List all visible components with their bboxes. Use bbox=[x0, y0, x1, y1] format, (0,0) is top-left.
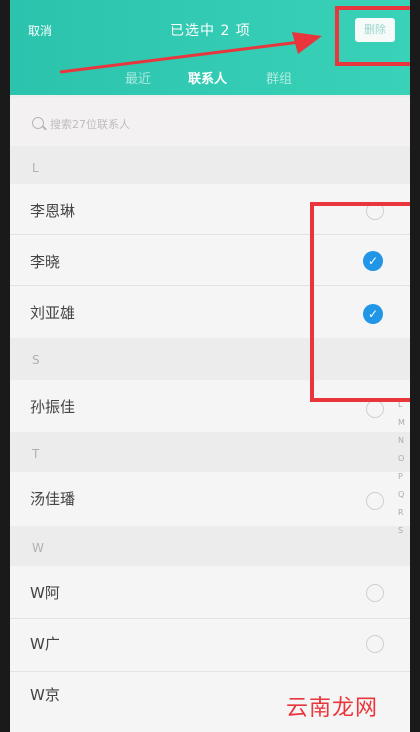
section-header: L bbox=[10, 146, 410, 184]
search-input[interactable]: 搜索27位联系人 bbox=[50, 116, 130, 132]
annotation-arrow bbox=[60, 32, 322, 74]
search-icon bbox=[32, 117, 44, 129]
phone-screen: 取消 已选中 2 项 删除 最近 联系人 群组 搜索27位联系人 L 李恩琳 李… bbox=[10, 0, 410, 732]
contact-row[interactable]: 汤佳璠 bbox=[10, 472, 410, 526]
checkbox-highlight-box bbox=[310, 202, 410, 402]
contact-name: W阿 bbox=[30, 584, 60, 602]
cancel-button[interactable]: 取消 bbox=[28, 22, 52, 39]
unchecked-circle-icon[interactable] bbox=[366, 584, 384, 602]
index-letter[interactable]: S bbox=[398, 526, 403, 535]
unchecked-circle-icon[interactable] bbox=[366, 635, 384, 653]
index-letter[interactable]: P bbox=[398, 472, 403, 481]
contact-name: 李恩琳 bbox=[30, 202, 76, 220]
unchecked-circle-icon[interactable] bbox=[366, 400, 384, 418]
watermark: 云南龙网 bbox=[286, 696, 379, 721]
section-header: T bbox=[10, 432, 410, 472]
index-letter[interactable]: N bbox=[398, 436, 404, 445]
contact-name: 孙振佳 bbox=[30, 398, 76, 416]
contact-name: 李晓 bbox=[30, 253, 61, 271]
contact-name: 刘亚雄 bbox=[30, 304, 76, 322]
delete-highlight-box bbox=[335, 6, 410, 66]
contact-name: W广 bbox=[30, 635, 60, 653]
contact-row[interactable]: W阿 bbox=[10, 566, 410, 618]
index-letter[interactable]: Q bbox=[398, 490, 404, 499]
index-letter[interactable]: M bbox=[398, 418, 405, 427]
section-header: W bbox=[10, 526, 410, 566]
contact-name: 汤佳璠 bbox=[30, 490, 76, 508]
index-letter[interactable]: O bbox=[398, 454, 404, 463]
contact-row[interactable]: W广 bbox=[10, 619, 410, 671]
unchecked-circle-icon[interactable] bbox=[366, 492, 384, 510]
contact-name: W京 bbox=[30, 686, 60, 704]
index-letter[interactable]: R bbox=[398, 508, 404, 517]
